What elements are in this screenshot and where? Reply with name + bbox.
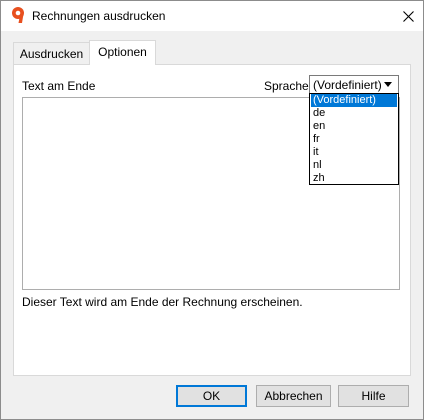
language-option[interactable]: nl [311, 159, 397, 172]
language-option[interactable]: en [311, 120, 397, 133]
language-option[interactable]: it [311, 146, 397, 159]
close-icon [402, 10, 414, 22]
language-select-value: (Vordefiniert) [313, 78, 382, 92]
cancel-button[interactable]: Abbrechen [256, 385, 331, 407]
language-option[interactable]: de [311, 107, 397, 120]
tab-optionen[interactable]: Optionen [89, 40, 156, 65]
close-button[interactable] [393, 2, 423, 30]
app-logo-icon [12, 7, 24, 23]
info-text: Dieser Text wird am Ende der Rechnung er… [22, 295, 303, 309]
tab-ausdrucken[interactable]: Ausdrucken [13, 42, 90, 64]
ok-button[interactable]: OK [176, 385, 247, 407]
help-button[interactable]: Hilfe [338, 385, 409, 407]
language-option[interactable]: zh [311, 172, 397, 185]
language-option[interactable]: (Vordefiniert) [311, 94, 397, 107]
chevron-down-icon [384, 82, 392, 87]
language-option[interactable]: fr [311, 133, 397, 146]
language-dropdown-list: (Vordefiniert) de en fr it nl zh [309, 93, 399, 185]
language-select[interactable]: (Vordefiniert) [309, 75, 399, 95]
title-bar: Rechnungen ausdrucken [1, 1, 423, 31]
window-title: Rechnungen ausdrucken [32, 9, 166, 23]
language-label: Sprache [264, 79, 309, 93]
text-end-label: Text am Ende [22, 79, 96, 93]
